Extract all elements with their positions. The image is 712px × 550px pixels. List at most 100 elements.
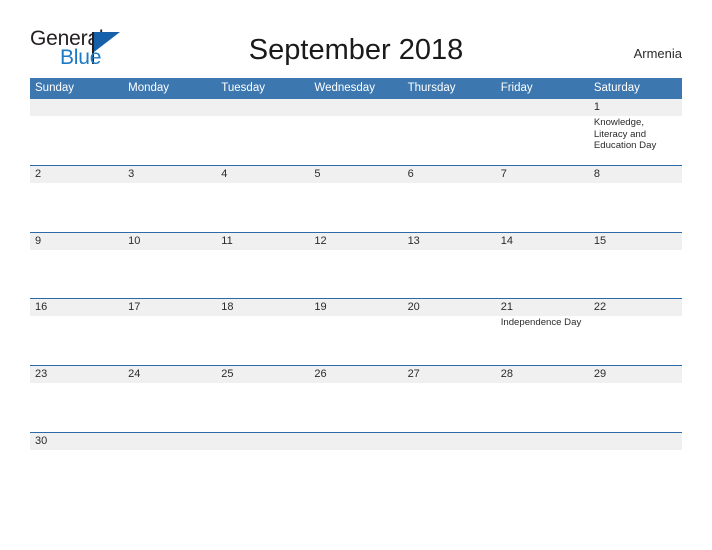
day-cell[interactable]: 18 [216, 299, 310, 365]
day-cell[interactable]: 10 [123, 232, 217, 299]
day-cell[interactable]: 12 [309, 232, 403, 299]
day-cell[interactable]: 25 [216, 366, 310, 432]
day-cell[interactable]: 22 [588, 299, 682, 365]
day-number: 9 [30, 232, 124, 250]
day-number: 30 [30, 432, 124, 450]
day-cell[interactable]: 24 [123, 366, 217, 432]
day-number: 13 [402, 232, 496, 250]
day-cell-empty[interactable] [216, 432, 310, 500]
page-title: September 2018 [248, 34, 464, 66]
day-cell[interactable]: 23 [30, 366, 124, 432]
day-cell[interactable]: 7 [495, 165, 589, 232]
day-cell[interactable]: 16 [30, 299, 124, 365]
day-number: 6 [402, 165, 496, 183]
day-cell[interactable]: 20 [402, 299, 496, 365]
day-event-label: Independence Day [500, 317, 582, 329]
day-number: 21 [495, 299, 589, 317]
day-cell[interactable]: 13 [402, 232, 496, 299]
day-number: 25 [216, 366, 310, 384]
day-number [402, 432, 496, 450]
day-number: 3 [123, 165, 217, 183]
day-number: 18 [216, 299, 310, 317]
day-cell[interactable]: 30 [30, 432, 124, 500]
day-number: 7 [495, 165, 589, 183]
day-number: 27 [402, 366, 496, 384]
day-number: 4 [216, 165, 310, 183]
day-cell-empty[interactable] [402, 432, 496, 500]
day-number: 1 [588, 99, 682, 116]
day-cell-empty[interactable] [123, 432, 217, 500]
day-cell[interactable]: 2 [30, 165, 124, 232]
day-number: 16 [30, 299, 124, 317]
day-number: 11 [216, 232, 310, 250]
day-number [30, 99, 124, 116]
day-cell-empty[interactable] [309, 99, 403, 165]
day-number [123, 99, 217, 116]
day-number [588, 432, 682, 450]
day-cell[interactable]: 4 [216, 165, 310, 232]
page-header: General Blue September 2018 Armenia [0, 0, 712, 78]
day-cell-empty[interactable] [309, 432, 403, 500]
day-number [402, 99, 496, 116]
week-row: 9 10 11 12 13 14 15 [30, 232, 682, 300]
day-cell[interactable]: 11 [216, 232, 310, 299]
day-number: 15 [588, 232, 682, 250]
day-cell-empty[interactable] [402, 99, 496, 165]
day-cell[interactable]: 17 [123, 299, 217, 365]
weeks-container: 1 Knowledge, Literacy and Education Day 2 3… [30, 99, 682, 500]
day-cell-empty[interactable] [30, 99, 124, 165]
day-number: 23 [30, 366, 124, 384]
day-cell-empty[interactable] [495, 99, 589, 165]
day-event-label: Knowledge, Literacy and Education Day [593, 117, 657, 152]
region-label: Armenia [633, 46, 682, 61]
weekday-header-saturday: Saturday [593, 82, 640, 94]
day-number: 26 [309, 366, 403, 384]
day-number: 29 [588, 366, 682, 384]
day-number: 8 [588, 165, 682, 183]
day-number: 19 [309, 299, 403, 317]
calendar-grid: Sunday Monday Tuesday Wednesday Thursday… [30, 78, 682, 500]
day-number [123, 432, 217, 450]
day-cell[interactable]: 19 [309, 299, 403, 365]
day-number [495, 99, 589, 116]
weekday-header-wednesday: Wednesday [314, 82, 375, 94]
weekday-header-sunday: Sunday [35, 82, 75, 94]
day-cell[interactable]: 3 [123, 165, 217, 232]
day-number: 14 [495, 232, 589, 250]
week-row: 1 Knowledge, Literacy and Education Day [30, 99, 682, 166]
day-cell[interactable]: 26 [309, 366, 403, 432]
week-row: 16 17 18 19 20 21 Independence Day 22 [30, 299, 682, 367]
day-cell[interactable]: 6 [402, 165, 496, 232]
weekday-header-row: Sunday Monday Tuesday Wednesday Thursday… [30, 78, 682, 99]
day-cell-empty[interactable] [123, 99, 217, 165]
day-cell[interactable]: 8 [588, 165, 682, 232]
day-cell-empty[interactable] [216, 99, 310, 165]
weekday-header-tuesday: Tuesday [221, 82, 265, 94]
day-cell[interactable]: 15 [588, 232, 682, 299]
day-number: 12 [309, 232, 403, 250]
week-row: 2345678 [30, 165, 682, 233]
day-cell[interactable]: 28 [495, 366, 589, 432]
day-cell[interactable]: 9 [30, 232, 124, 299]
day-cell[interactable]: 5 [309, 165, 403, 232]
day-number: 24 [123, 366, 217, 384]
day-number: 28 [495, 366, 589, 384]
day-cell[interactable]: 1 Knowledge, Literacy and Education Day [588, 99, 682, 165]
day-cell[interactable]: 27 [402, 366, 496, 432]
day-number: 17 [123, 299, 217, 317]
day-cell-empty[interactable] [495, 432, 589, 500]
day-number [216, 432, 310, 450]
day-number: 5 [309, 165, 403, 183]
day-number [216, 99, 310, 116]
day-number: 22 [588, 299, 682, 317]
week-row: 23 24 25 26 27 28 29 [30, 366, 682, 433]
day-cell-empty[interactable] [588, 432, 682, 500]
day-number [309, 432, 403, 450]
weekday-header-monday: Monday [128, 82, 170, 94]
day-cell[interactable]: 14 [495, 232, 589, 299]
day-cell[interactable]: 21 Independence Day [495, 299, 589, 365]
day-number: 10 [123, 232, 217, 250]
day-cell[interactable]: 29 [588, 366, 682, 432]
day-number [495, 432, 589, 450]
week-row: 30 [30, 432, 682, 500]
